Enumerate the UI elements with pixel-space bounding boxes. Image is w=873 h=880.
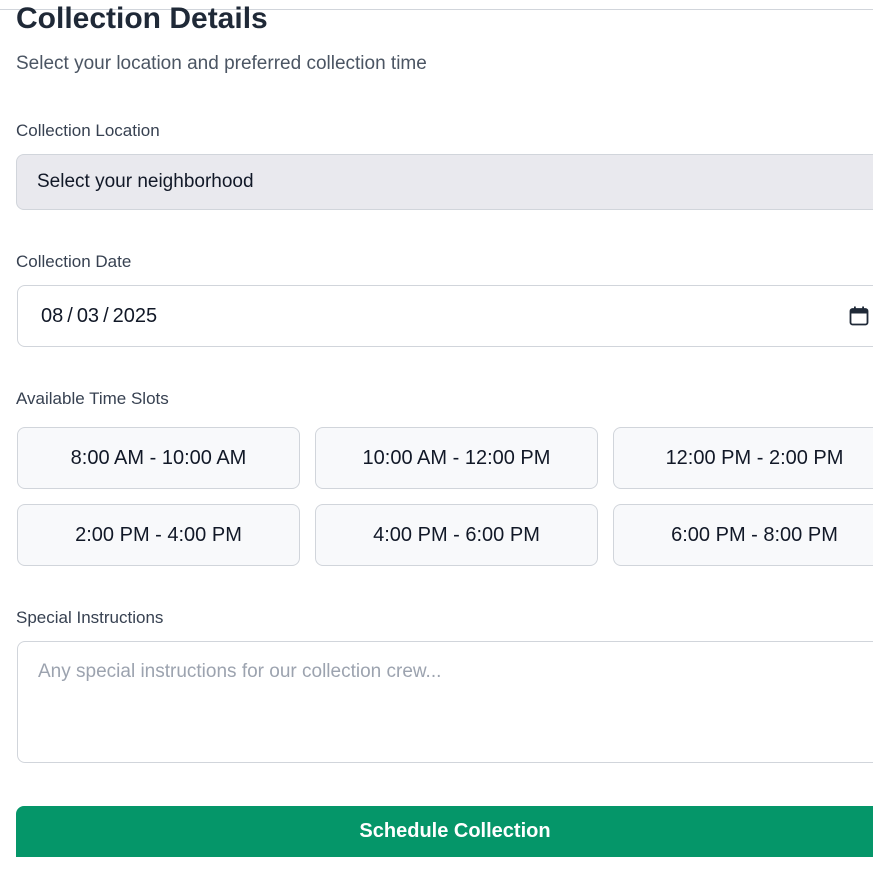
- time-slot-button[interactable]: 8:00 AM - 10:00 AM: [17, 427, 300, 489]
- time-slot-button[interactable]: 4:00 PM - 6:00 PM: [315, 504, 598, 566]
- date-label: Collection Date: [16, 252, 132, 271]
- instructions-placeholder: Any special instructions for our collect…: [38, 661, 442, 682]
- time-slot-button[interactable]: 6:00 PM - 8:00 PM: [613, 504, 873, 566]
- neighborhood-select-value: Select your neighborhood: [37, 171, 254, 192]
- date-year[interactable]: 2025: [113, 305, 158, 328]
- time-slot-button[interactable]: 10:00 AM - 12:00 PM: [315, 427, 598, 489]
- page-title: Collection Details: [16, 2, 268, 35]
- page-subtitle: Select your location and preferred colle…: [16, 53, 427, 74]
- calendar-icon[interactable]: [849, 306, 869, 326]
- collection-date-input[interactable]: 08 / 03 / 2025: [17, 285, 873, 347]
- date-month[interactable]: 08: [41, 305, 63, 328]
- schedule-collection-button[interactable]: Schedule Collection: [16, 806, 873, 857]
- instructions-label: Special Instructions: [16, 608, 164, 627]
- location-label: Collection Location: [16, 121, 160, 140]
- time-slot-button[interactable]: 12:00 PM - 2:00 PM: [613, 427, 873, 489]
- collection-details-form: Collection Details Select your location …: [0, 0, 873, 880]
- date-day[interactable]: 03: [77, 305, 99, 328]
- date-separator: /: [67, 304, 73, 327]
- time-slot-button[interactable]: 2:00 PM - 4:00 PM: [17, 504, 300, 566]
- neighborhood-select[interactable]: Select your neighborhood: [16, 154, 873, 210]
- time-slots-label: Available Time Slots: [16, 389, 169, 408]
- special-instructions-input[interactable]: Any special instructions for our collect…: [17, 641, 873, 763]
- date-separator: /: [103, 304, 109, 327]
